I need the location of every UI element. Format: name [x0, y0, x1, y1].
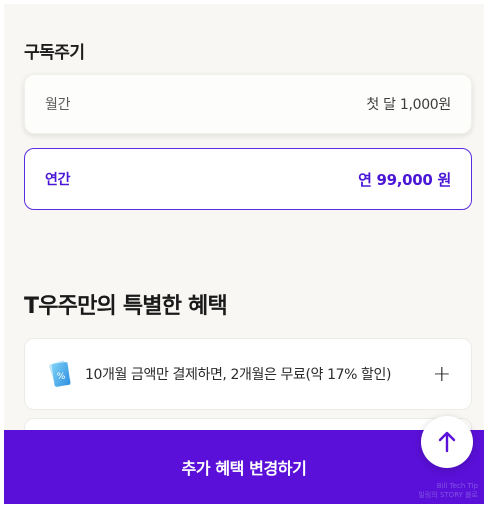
- benefit-item[interactable]: % 10개월 금액만 결제하면, 2개월은 무료(약 17% 할인) +: [24, 338, 472, 410]
- change-benefit-label: 추가 혜택 변경하기: [181, 459, 307, 478]
- yearly-price: 연 99,000 원: [358, 170, 451, 189]
- svg-text:%: %: [57, 372, 66, 382]
- monthly-option[interactable]: 월간 첫 달 1,000원: [24, 74, 472, 134]
- scroll-top-button[interactable]: [421, 416, 473, 468]
- monthly-price: 첫 달 1,000원: [366, 97, 451, 113]
- arrow-up-icon: [438, 431, 456, 453]
- monthly-label: 월간: [45, 97, 71, 113]
- watermark: Bill Tech Tip 빌링의 STORY 블로: [418, 482, 478, 500]
- change-benefit-button[interactable]: 추가 혜택 변경하기: [4, 430, 484, 504]
- subscription-cycle-title: 구독주기: [24, 43, 85, 63]
- benefits-title: T우주만의 특별한 혜택: [24, 294, 228, 319]
- watermark-line1: Bill Tech Tip: [436, 482, 478, 490]
- benefit-text: 10개월 금액만 결제하면, 2개월은 무료(약 17% 할인): [85, 367, 392, 383]
- coupon-icon: %: [49, 360, 71, 388]
- yearly-option[interactable]: 연간 연 99,000 원: [24, 148, 472, 210]
- subscription-screen: 구독주기 월간 첫 달 1,000원 연간 연 99,000 원 T우주만의 특…: [4, 4, 484, 504]
- watermark-line2: 빌링의 STORY 블로: [418, 491, 478, 499]
- plus-icon[interactable]: +: [433, 362, 451, 387]
- yearly-label: 연간: [45, 172, 71, 188]
